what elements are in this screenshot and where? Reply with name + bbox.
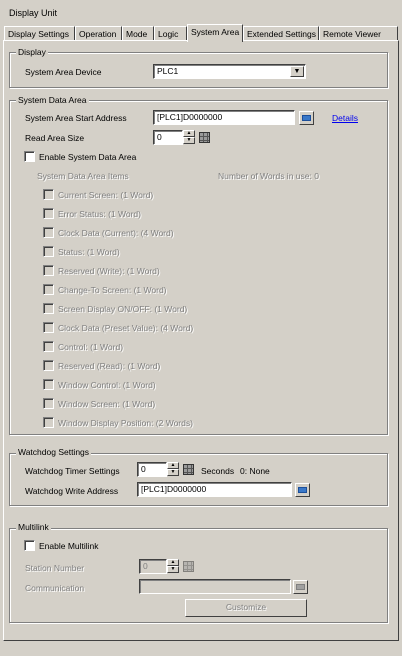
item-label: Reserved (Read): (1 Word)	[58, 361, 161, 371]
item-label: Window Screen: (1 Word)	[58, 399, 156, 409]
tab-remote-viewer[interactable]: Remote Viewer	[319, 26, 398, 41]
enable-system-data-area-checkbox[interactable]	[24, 151, 35, 162]
start-address-label: System Area Start Address	[25, 113, 127, 123]
keypad-icon[interactable]	[183, 464, 194, 475]
read-area-size-spinner[interactable]: ▲ ▼	[183, 130, 195, 145]
watchdog-timer-field[interactable]: 0	[137, 462, 167, 477]
item-label: Reserved (Write): (1 Word)	[58, 266, 160, 276]
item-label: Status: (1 Word)	[58, 247, 120, 257]
read-area-size-field[interactable]: 0	[153, 130, 183, 145]
item-label: Screen Display ON/OFF: (1 Word)	[58, 304, 188, 314]
address-browse-icon[interactable]	[295, 483, 310, 497]
item-label: Clock Data (Current): (4 Word)	[58, 228, 174, 238]
communication-field[interactable]	[139, 579, 291, 594]
item-checkbox[interactable]	[43, 360, 54, 371]
item-checkbox[interactable]	[43, 398, 54, 409]
tab-operation[interactable]: Operation	[75, 26, 122, 41]
tab-mode[interactable]: Mode	[122, 26, 154, 41]
tab-extended-settings[interactable]: Extended Settings	[243, 26, 319, 41]
none-label: 0: None	[240, 466, 270, 476]
chevron-down-icon[interactable]: ▼	[290, 66, 304, 77]
station-number-label: Station Number	[25, 563, 85, 573]
communication-browse-icon[interactable]	[293, 580, 308, 594]
item-checkbox[interactable]	[43, 284, 54, 295]
seconds-label: Seconds	[201, 466, 235, 476]
enable-multilink-label: Enable Multilink	[39, 541, 99, 551]
tab-display-settings[interactable]: Display Settings	[4, 26, 75, 41]
tab-logic[interactable]: Logic	[154, 26, 187, 41]
communication-label: Communication	[25, 583, 85, 593]
watchdog-group-label: Watchdog Settings	[16, 447, 92, 457]
start-address-field[interactable]: [PLC1]D0000000	[153, 110, 295, 125]
item-checkbox[interactable]	[43, 379, 54, 390]
system-data-area-label: System Data Area	[16, 95, 89, 105]
item-checkbox[interactable]	[43, 208, 54, 219]
item-checkbox[interactable]	[43, 322, 54, 333]
system-area-device-value: PLC1	[157, 66, 179, 76]
system-area-device-select[interactable]: PLC1 ▼	[153, 64, 306, 79]
item-label: Window Display Position: (2 Words)	[58, 418, 193, 428]
tab-system-area[interactable]: System Area	[187, 24, 243, 42]
items-header: System Data Area Items	[37, 171, 129, 181]
item-label: Change-To Screen: (1 Word)	[58, 285, 167, 295]
read-area-size-label: Read Area Size	[25, 133, 85, 143]
words-in-use: Number of Words in use: 0	[218, 171, 319, 181]
item-checkbox[interactable]	[43, 189, 54, 200]
station-number-field[interactable]: 0	[139, 559, 167, 574]
watchdog-timer-spinner[interactable]: ▲ ▼	[167, 462, 179, 477]
address-browse-icon[interactable]	[299, 111, 314, 125]
details-link[interactable]: Details	[332, 113, 358, 123]
watchdog-group	[9, 453, 388, 506]
watchdog-timer-label: Watchdog Timer Settings	[25, 466, 120, 476]
item-label: Error Status: (1 Word)	[58, 209, 141, 219]
station-number-spinner[interactable]: ▲ ▼	[167, 559, 179, 574]
watchdog-write-address-field[interactable]: [PLC1]D0000000	[137, 482, 292, 497]
system-area-device-label: System Area Device	[25, 67, 102, 77]
item-label: Clock Data (Preset Value): (4 Word)	[58, 323, 194, 333]
keypad-icon[interactable]	[183, 561, 194, 572]
item-checkbox[interactable]	[43, 265, 54, 276]
item-checkbox[interactable]	[43, 417, 54, 428]
item-checkbox[interactable]	[43, 303, 54, 314]
enable-multilink-checkbox[interactable]	[24, 540, 35, 551]
window-title: Display Unit	[9, 8, 58, 18]
display-group-label: Display	[16, 47, 48, 57]
item-label: Current Screen: (1 Word)	[58, 190, 154, 200]
item-checkbox[interactable]	[43, 246, 54, 257]
item-checkbox[interactable]	[43, 227, 54, 238]
keypad-icon[interactable]	[199, 132, 210, 143]
item-label: Control: (1 Word)	[58, 342, 124, 352]
enable-system-data-area-label: Enable System Data Area	[39, 152, 137, 162]
item-checkbox[interactable]	[43, 341, 54, 352]
watchdog-write-address-label: Watchdog Write Address	[25, 486, 119, 496]
customize-button[interactable]: Customize	[185, 599, 307, 617]
multilink-group-label: Multilink	[16, 522, 51, 532]
item-label: Window Control: (1 Word)	[58, 380, 156, 390]
